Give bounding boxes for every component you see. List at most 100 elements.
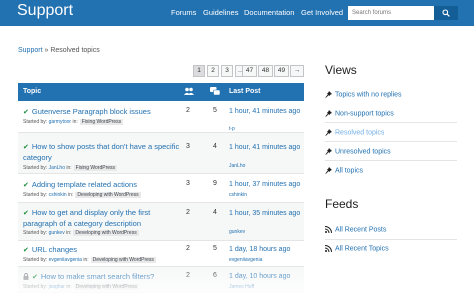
author-link[interactable]: jsaghar xyxy=(49,284,65,290)
resolved-check-icon: ✔ xyxy=(23,144,29,151)
divider xyxy=(325,122,457,123)
post-count: 5 xyxy=(213,107,217,114)
last-post-author[interactable]: t-p xyxy=(229,126,235,132)
feed-all-recent-posts[interactable]: All Recent Posts xyxy=(324,226,386,234)
started-by-label: Started by: xyxy=(23,257,48,263)
in-label: in: xyxy=(66,165,72,171)
topic-title-link[interactable]: ✔ How to get and display only the first p… xyxy=(23,208,183,229)
nav-guidelines[interactable]: Guidelines xyxy=(203,8,238,17)
search-button[interactable] xyxy=(434,6,458,20)
topic-title: Adding template related actions xyxy=(31,180,137,189)
author-link[interactable]: garmytoor xyxy=(49,119,72,125)
topic-title: Gutenverse Paragraph block issues xyxy=(31,107,151,116)
table-row: ✔ How to get and display only the first p… xyxy=(18,203,304,241)
page-3[interactable]: 3 xyxy=(221,65,233,77)
rss-icon xyxy=(324,226,332,234)
view-non-support-topics[interactable]: Non-support topics xyxy=(325,110,394,117)
forum-tag[interactable]: Fixing WordPress xyxy=(79,119,124,125)
divider xyxy=(325,141,457,142)
pin-icon xyxy=(325,148,332,155)
started-by-label: Started by: xyxy=(23,165,48,171)
view-label: All topics xyxy=(335,167,364,175)
view-label: Non-support topics xyxy=(335,110,394,118)
author-link[interactable]: gunkev xyxy=(49,230,65,236)
search-icon xyxy=(442,9,450,17)
voices-icon xyxy=(184,87,194,95)
post-count: 4 xyxy=(213,209,217,216)
last-post-time[interactable]: 1 hour, 41 minutes ago xyxy=(229,143,304,152)
author-link[interactable]: evgeniiavgenia xyxy=(49,257,82,263)
last-post-time[interactable]: 1 hour, 37 minutes ago xyxy=(229,180,304,189)
in-label: in: xyxy=(66,230,72,236)
last-post-time[interactable]: 1 day, 18 hours ago xyxy=(229,245,304,254)
nav-documentation[interactable]: Documentation xyxy=(244,8,294,17)
author-link[interactable]: JanLho xyxy=(49,165,65,171)
search-input[interactable]: Search forums xyxy=(348,6,434,20)
view-label: Topics with no replies xyxy=(335,91,402,99)
topic-meta: Started by: gunkev in: Developing with Wo… xyxy=(23,230,139,236)
in-label: in: xyxy=(83,257,89,263)
last-post-author[interactable]: JanLho xyxy=(229,163,245,169)
voice-count: 3 xyxy=(186,180,190,187)
breadcrumb-support-link[interactable]: Support xyxy=(18,47,43,54)
forum-tag[interactable]: Developing with WordPress xyxy=(73,284,139,290)
in-label: in: xyxy=(68,192,74,198)
topics-table-header: Topic Last Post xyxy=(18,83,304,101)
table-row: ✔ URL changes Started by: evgeniiavgenia … xyxy=(18,241,304,267)
feeds-heading: Feeds xyxy=(325,197,359,211)
resolved-check-icon: ✔ xyxy=(23,247,29,254)
last-post-author[interactable]: cshinkin xyxy=(229,192,247,198)
post-count: 5 xyxy=(213,245,217,252)
view-resolved-topics[interactable]: Resolved topics xyxy=(325,129,384,136)
topic-title-link[interactable]: ✔ How to show posts that don't have a spe… xyxy=(23,142,183,163)
author-link[interactable]: cshinkin xyxy=(49,192,67,198)
last-post-author[interactable]: James Huff xyxy=(229,284,254,290)
pin-icon xyxy=(325,110,332,117)
rss-icon xyxy=(324,245,332,253)
breadcrumb-current: Resolved topics xyxy=(50,47,100,54)
table-row: ✔ Adding template related actions Started… xyxy=(18,174,304,203)
started-by-label: Started by: xyxy=(23,284,48,290)
feed-label: All Recent Topics xyxy=(335,245,389,253)
nav-forums[interactable]: Forums xyxy=(171,8,196,17)
page-48[interactable]: 48 xyxy=(258,65,273,77)
page-49[interactable]: 49 xyxy=(274,65,289,77)
lock-icon xyxy=(23,273,29,280)
last-post-time[interactable]: 1 hour, 35 minutes ago xyxy=(229,209,304,218)
forum-tag[interactable]: Developing with WordPress xyxy=(73,230,139,236)
topic-column-header: Topic xyxy=(23,88,42,95)
last-post-time[interactable]: 1 hour, 41 minutes ago xyxy=(229,107,304,116)
topic-title: How to get and display only the first pa… xyxy=(23,208,151,228)
post-count: 9 xyxy=(213,180,217,187)
last-post-author[interactable]: gunkev xyxy=(229,229,245,235)
topic-title-link[interactable]: ✔ How to make smart search filters? xyxy=(23,272,154,283)
topic-title-link[interactable]: ✔ Adding template related actions xyxy=(23,180,137,191)
topic-meta: Started by: garmytoor in: Fixing WordPres… xyxy=(23,119,124,125)
forum-tag[interactable]: Developing with WordPress xyxy=(90,257,156,263)
view-topics-no-replies[interactable]: Topics with no replies xyxy=(325,91,402,98)
view-all-topics[interactable]: All topics xyxy=(325,167,363,174)
forum-tag[interactable]: Fixing WordPress xyxy=(73,165,118,171)
divider xyxy=(325,239,457,240)
resolved-check-icon: ✔ xyxy=(23,109,29,116)
last-post-time[interactable]: 1 day, 10 hours ago xyxy=(229,272,304,281)
voice-count: 2 xyxy=(186,245,190,252)
views-heading: Views xyxy=(325,63,357,77)
breadcrumb: Support » Resolved topics xyxy=(18,47,100,54)
topic-meta: Started by: cshinkin in: Developing with … xyxy=(23,192,141,198)
view-unresolved-topics[interactable]: Unresolved topics xyxy=(325,148,391,155)
topic-title-link[interactable]: ✔ URL changes xyxy=(23,245,77,256)
resolved-check-icon: ✔ xyxy=(32,274,38,281)
page-47[interactable]: 47 xyxy=(242,65,257,77)
page-2[interactable]: 2 xyxy=(207,65,219,77)
started-by-label: Started by: xyxy=(23,119,48,125)
nav-get-involved[interactable]: Get Involved xyxy=(301,8,343,17)
last-post-author[interactable]: evgeniiavgenia xyxy=(229,257,262,263)
forum-tag[interactable]: Developing with WordPress xyxy=(75,192,141,198)
topic-title-link[interactable]: ✔ Gutenverse Paragraph block issues xyxy=(23,107,151,118)
resolved-check-icon: ✔ xyxy=(23,210,29,217)
table-row: ✔ How to make smart search filters? Start… xyxy=(18,267,304,293)
site-logo[interactable]: Support xyxy=(17,2,73,20)
feed-all-recent-topics[interactable]: All Recent Topics xyxy=(324,245,389,253)
page-next[interactable]: → xyxy=(290,65,304,77)
